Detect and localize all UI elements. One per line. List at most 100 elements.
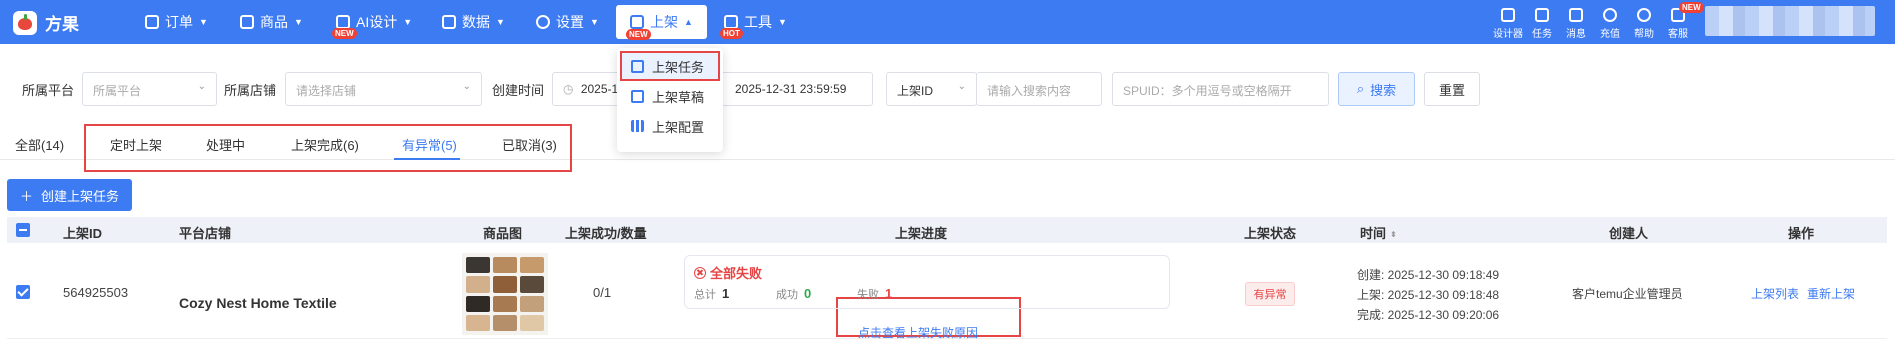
nav-item-data[interactable]: 数据 ▼ xyxy=(442,0,505,44)
listing-list-link[interactable]: 上架列表 xyxy=(1751,285,1799,302)
stat-fail: 失败 1 xyxy=(857,286,892,302)
message-button[interactable]: 消息 xyxy=(1559,4,1593,40)
id-type-select[interactable]: 上架ID ⌄ xyxy=(886,72,977,106)
help-button[interactable]: 帮助 xyxy=(1627,4,1661,40)
stat-total: 总计 1 xyxy=(694,286,729,302)
view-fail-reason-link[interactable]: 点击查看上架失败原因 xyxy=(858,324,978,341)
time-info: 创建: 2025-12-30 09:18:49 上架: 2025-12-30 0… xyxy=(1357,265,1499,325)
creator: 客户temu企业管理员 xyxy=(1572,287,1683,301)
stat-total-label: 总计 xyxy=(694,289,716,301)
label: 充值 xyxy=(1600,29,1620,40)
fail-status: 全部失败 xyxy=(694,263,762,282)
help-icon xyxy=(1637,8,1651,22)
tab-cancelled[interactable]: 已取消(3) xyxy=(502,135,557,154)
caret-down-icon: ▼ xyxy=(403,17,413,27)
relist-link[interactable]: 重新上架 xyxy=(1807,285,1855,302)
label: 设计器 xyxy=(1493,29,1523,40)
search-input[interactable]: 请输入搜索内容 xyxy=(976,72,1102,106)
menu-label: 上架配置 xyxy=(652,119,705,135)
nav-item-products[interactable]: 商品 ▼ xyxy=(240,0,303,44)
service-button[interactable]: 客服 NEW xyxy=(1661,2,1704,40)
designer-button[interactable]: 设计器 xyxy=(1491,4,1525,40)
error-icon xyxy=(694,266,706,279)
nav-item-ai-design[interactable]: AI设计 ▼ NEW xyxy=(332,0,413,44)
recharge-button[interactable]: 充值 xyxy=(1593,4,1627,40)
sort-icon: ⬍ xyxy=(1390,230,1397,239)
nav-item-orders[interactable]: 订单 ▼ xyxy=(145,0,208,44)
date-end: 2025-12-31 23:59:59 xyxy=(735,82,847,96)
nav-item-settings[interactable]: 设置 ▼ xyxy=(536,0,599,44)
stat-success-value: 0 xyxy=(804,286,812,301)
label: 客服 xyxy=(1668,29,1688,40)
designer-icon xyxy=(1501,8,1515,22)
nav-item-tools[interactable]: 工具 ▼ HOT xyxy=(720,0,787,44)
top-navbar: 方果 订单 ▼ 商品 ▼ AI设计 ▼ NEW 数据 ▼ 设置 ▼ 上架 ▲ N… xyxy=(0,0,1895,44)
reset-button[interactable]: 重置 xyxy=(1424,72,1480,106)
search-placeholder: 请输入搜索内容 xyxy=(987,84,1072,98)
nav-item-listing[interactable]: 上架 ▲ NEW xyxy=(616,5,707,40)
new-badge: NEW xyxy=(332,28,357,39)
menu-item-listing-task[interactable]: 上架任务 xyxy=(620,51,720,81)
filter-bar: 所属平台 所属平台 ⌄ 所属店铺 请选择店铺 ⌄ 创建时间 ◷ 2025-12 … xyxy=(0,72,1895,106)
caret-down-icon: ▼ xyxy=(590,17,599,27)
nav-label: 数据 xyxy=(462,14,490,30)
tab-scheduled[interactable]: 定时上架 xyxy=(110,135,162,154)
task-button[interactable]: 任务 xyxy=(1525,4,1559,40)
table-row: 564925503 Cozy Nest Home Textile 0/1 全部失… xyxy=(7,243,1887,341)
avatar[interactable] xyxy=(1705,6,1875,36)
hot-badge: HOT xyxy=(720,28,743,39)
new-badge: NEW xyxy=(1679,2,1704,13)
label: 帮助 xyxy=(1634,29,1654,40)
shop-select[interactable]: 请选择店铺 ⌄ xyxy=(285,72,482,106)
header-listing-id: 上架ID xyxy=(63,226,103,241)
nav-label: 设置 xyxy=(556,14,584,30)
nav-label: 上架 xyxy=(650,14,678,30)
task-icon xyxy=(631,59,644,73)
search-icon: ⌕ xyxy=(1356,81,1365,96)
tab-all[interactable]: 全部(14) xyxy=(15,135,64,154)
tab-processing[interactable]: 处理中 xyxy=(206,135,245,154)
task-icon xyxy=(1535,8,1549,22)
time-label: 创建时间 xyxy=(492,83,545,98)
nav-right-icons: 设计器 任务 消息 充值 帮助 客服 NEW xyxy=(1491,2,1704,40)
id-type-value: 上架ID xyxy=(897,84,934,98)
menu-label: 上架任务 xyxy=(652,59,705,75)
caret-up-icon: ▲ xyxy=(684,17,693,27)
label: 任务 xyxy=(1532,29,1552,40)
tab-abnormal[interactable]: 有异常(5) xyxy=(402,135,457,154)
order-icon xyxy=(145,15,159,29)
success-count: 0/1 xyxy=(593,285,612,300)
select-all-checkbox[interactable] xyxy=(16,223,30,237)
listing-id: 564925503 xyxy=(63,285,129,300)
nav-label: 工具 xyxy=(744,14,772,30)
draft-icon xyxy=(631,89,644,103)
product-thumbnail[interactable] xyxy=(462,253,548,335)
tab-completed[interactable]: 上架完成(6) xyxy=(291,135,359,154)
caret-down-icon: ▼ xyxy=(496,17,505,27)
data-icon xyxy=(442,15,456,29)
spuid-input[interactable]: SPUID：多个用逗号或空格隔开 xyxy=(1112,72,1329,106)
menu-item-listing-config[interactable]: 上架配置 xyxy=(617,111,723,141)
fail-status-label: 全部失败 xyxy=(710,266,763,281)
menu-item-listing-draft[interactable]: 上架草稿 xyxy=(617,81,723,111)
status-badge: 有异常 xyxy=(1245,282,1295,306)
stat-total-value: 1 xyxy=(722,286,730,301)
table-header: 上架ID 平台店铺 商品图 上架成功/数量 上架进度 上架状态 时间 ⬍ 创建人 … xyxy=(7,217,1887,243)
label: 消息 xyxy=(1566,29,1586,40)
active-tab-indicator xyxy=(394,158,460,160)
header-actions: 操作 xyxy=(1788,226,1815,241)
chevron-down-icon: ⌄ xyxy=(197,81,206,92)
completed-time: 完成: 2025-12-30 09:20:06 xyxy=(1357,308,1500,322)
row-checkbox[interactable] xyxy=(16,285,30,299)
header-success-count: 上架成功/数量 xyxy=(565,226,647,241)
search-button[interactable]: ⌕ 搜索 xyxy=(1338,72,1415,106)
create-listing-task-button[interactable]: ＋ 创建上架任务 xyxy=(7,179,132,211)
header-status: 上架状态 xyxy=(1244,226,1297,241)
header-progress: 上架进度 xyxy=(895,226,948,241)
header-time[interactable]: 时间 ⬍ xyxy=(1360,223,1397,242)
recharge-icon xyxy=(1603,8,1617,22)
stat-success-label: 成功 xyxy=(776,289,798,301)
brand-logo[interactable]: 方果 xyxy=(13,10,79,35)
nav-label: 订单 xyxy=(165,14,193,30)
platform-select[interactable]: 所属平台 ⌄ xyxy=(82,72,217,106)
